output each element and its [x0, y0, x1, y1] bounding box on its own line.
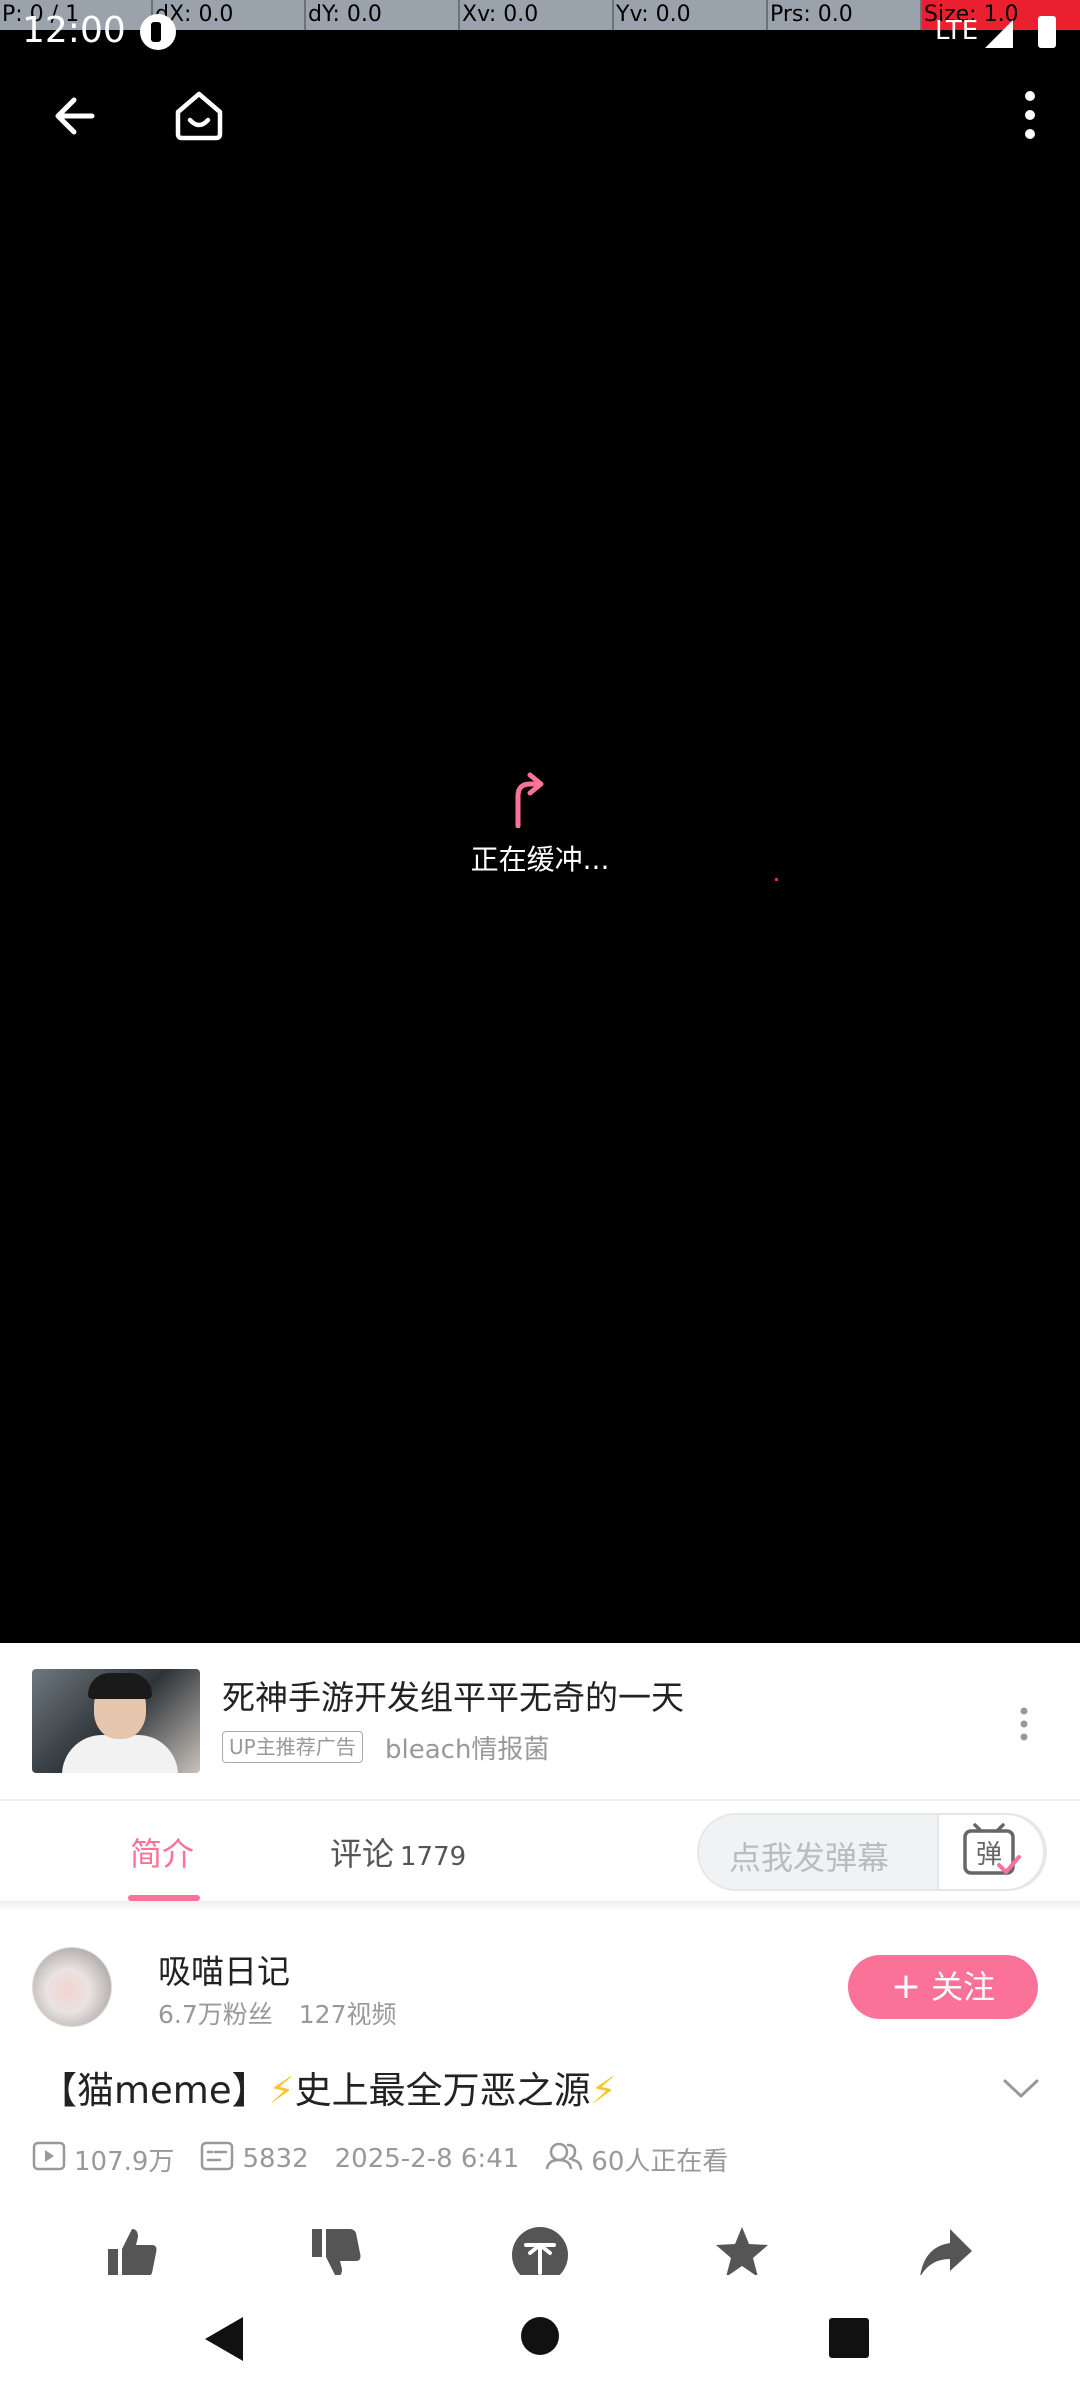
nav-back-button[interactable]: [205, 2317, 243, 2361]
uploader-name[interactable]: 吸喵日记: [158, 1945, 290, 1993]
lightning-icon: ⚡: [590, 2069, 617, 2112]
follow-button[interactable]: + 关注: [848, 1955, 1038, 2019]
play-count-icon: [32, 2141, 66, 2178]
chevron-down-icon[interactable]: [1002, 2078, 1040, 2104]
uploader-videos: 127视频: [298, 2000, 397, 2029]
view-count: 107.9万: [74, 2146, 175, 2177]
follow-label: 关注: [931, 1968, 996, 2006]
watching-count: 60人正在看: [591, 2146, 729, 2177]
tab-intro[interactable]: 简介: [130, 1829, 194, 1875]
ad-badge: UP主推荐广告: [222, 1731, 363, 1763]
buffer-arrow-icon: [508, 772, 548, 832]
watching-icon: [545, 2141, 583, 2178]
signal-icon: [985, 20, 1013, 48]
danmaku-count-icon: [200, 2141, 234, 2178]
ad-thumbnail[interactable]: [32, 1669, 200, 1773]
like-icon[interactable]: [104, 2225, 160, 2275]
status-time: 12:00: [22, 10, 126, 51]
ad-title[interactable]: 死神手游开发组平平无奇的一天: [222, 1671, 684, 1719]
more-vertical-icon[interactable]: [1020, 90, 1040, 144]
video-player[interactable]: 正在缓冲...: [0, 0, 1080, 1643]
video-title[interactable]: 【猫meme】⚡史上最全万恶之源⚡: [40, 2060, 617, 2114]
lightning-icon: ⚡: [268, 2069, 295, 2112]
back-arrow-icon[interactable]: [50, 92, 98, 144]
tab-bar: 简介 评论 1779 点我发弹幕 弹: [0, 1801, 1080, 1901]
video-title-main: 史上最全万恶之源: [294, 2069, 591, 2112]
danmu-input[interactable]: 点我发弹幕 弹: [697, 1813, 1047, 1891]
share-icon[interactable]: [918, 2225, 974, 2275]
plus-icon: +: [890, 1966, 922, 2007]
avatar[interactable]: [32, 1947, 112, 2027]
tab-comments[interactable]: 评论 1779: [330, 1829, 466, 1875]
tab-comments-label: 评论: [330, 1835, 395, 1873]
progress-dot: [775, 878, 778, 881]
video-title-prefix: 【猫meme】: [40, 2069, 269, 2112]
ad-more-icon[interactable]: [1018, 1707, 1030, 1745]
favorite-icon[interactable]: [714, 2225, 770, 2275]
system-nav-bar: [0, 2290, 1080, 2400]
nav-recents-button[interactable]: [829, 2318, 869, 2358]
uploader-fans: 6.7万粉丝: [158, 2000, 273, 2029]
tab-divider: [0, 1901, 1080, 1911]
status-bar: 12:00 LTE: [0, 0, 1080, 65]
danmu-placeholder: 点我发弹幕: [729, 1839, 890, 1877]
app-notification-icon: [140, 14, 176, 50]
network-type: LTE: [935, 16, 979, 46]
publish-date: 2025-2-8 6:41: [334, 2144, 520, 2174]
ad-card[interactable]: 死神手游开发组平平无奇的一天 UP主推荐广告 bleach情报菌: [0, 1643, 1080, 1801]
coin-icon[interactable]: [510, 2225, 570, 2275]
home-icon[interactable]: [172, 88, 226, 146]
ad-author[interactable]: bleach情报菌: [385, 1729, 549, 1766]
nav-home-button[interactable]: [521, 2317, 559, 2355]
dislike-icon[interactable]: [308, 2225, 364, 2275]
buffering-text: 正在缓冲...: [470, 843, 610, 876]
uploader-row: 吸喵日记 6.7万粉丝 127视频 + 关注: [0, 1911, 1080, 2051]
video-meta: 107.9万 5832 2025-2-8 6:41 60人正在看: [32, 2140, 754, 2178]
battery-icon: [1038, 16, 1056, 48]
action-bar: [0, 2205, 1080, 2275]
tab-comments-count: 1779: [400, 1842, 467, 1872]
danmu-toggle-icon[interactable]: 弹: [937, 1813, 1045, 1891]
uploader-stats: 6.7万粉丝 127视频: [158, 1995, 396, 2031]
danmaku-count: 5832: [242, 2144, 309, 2174]
